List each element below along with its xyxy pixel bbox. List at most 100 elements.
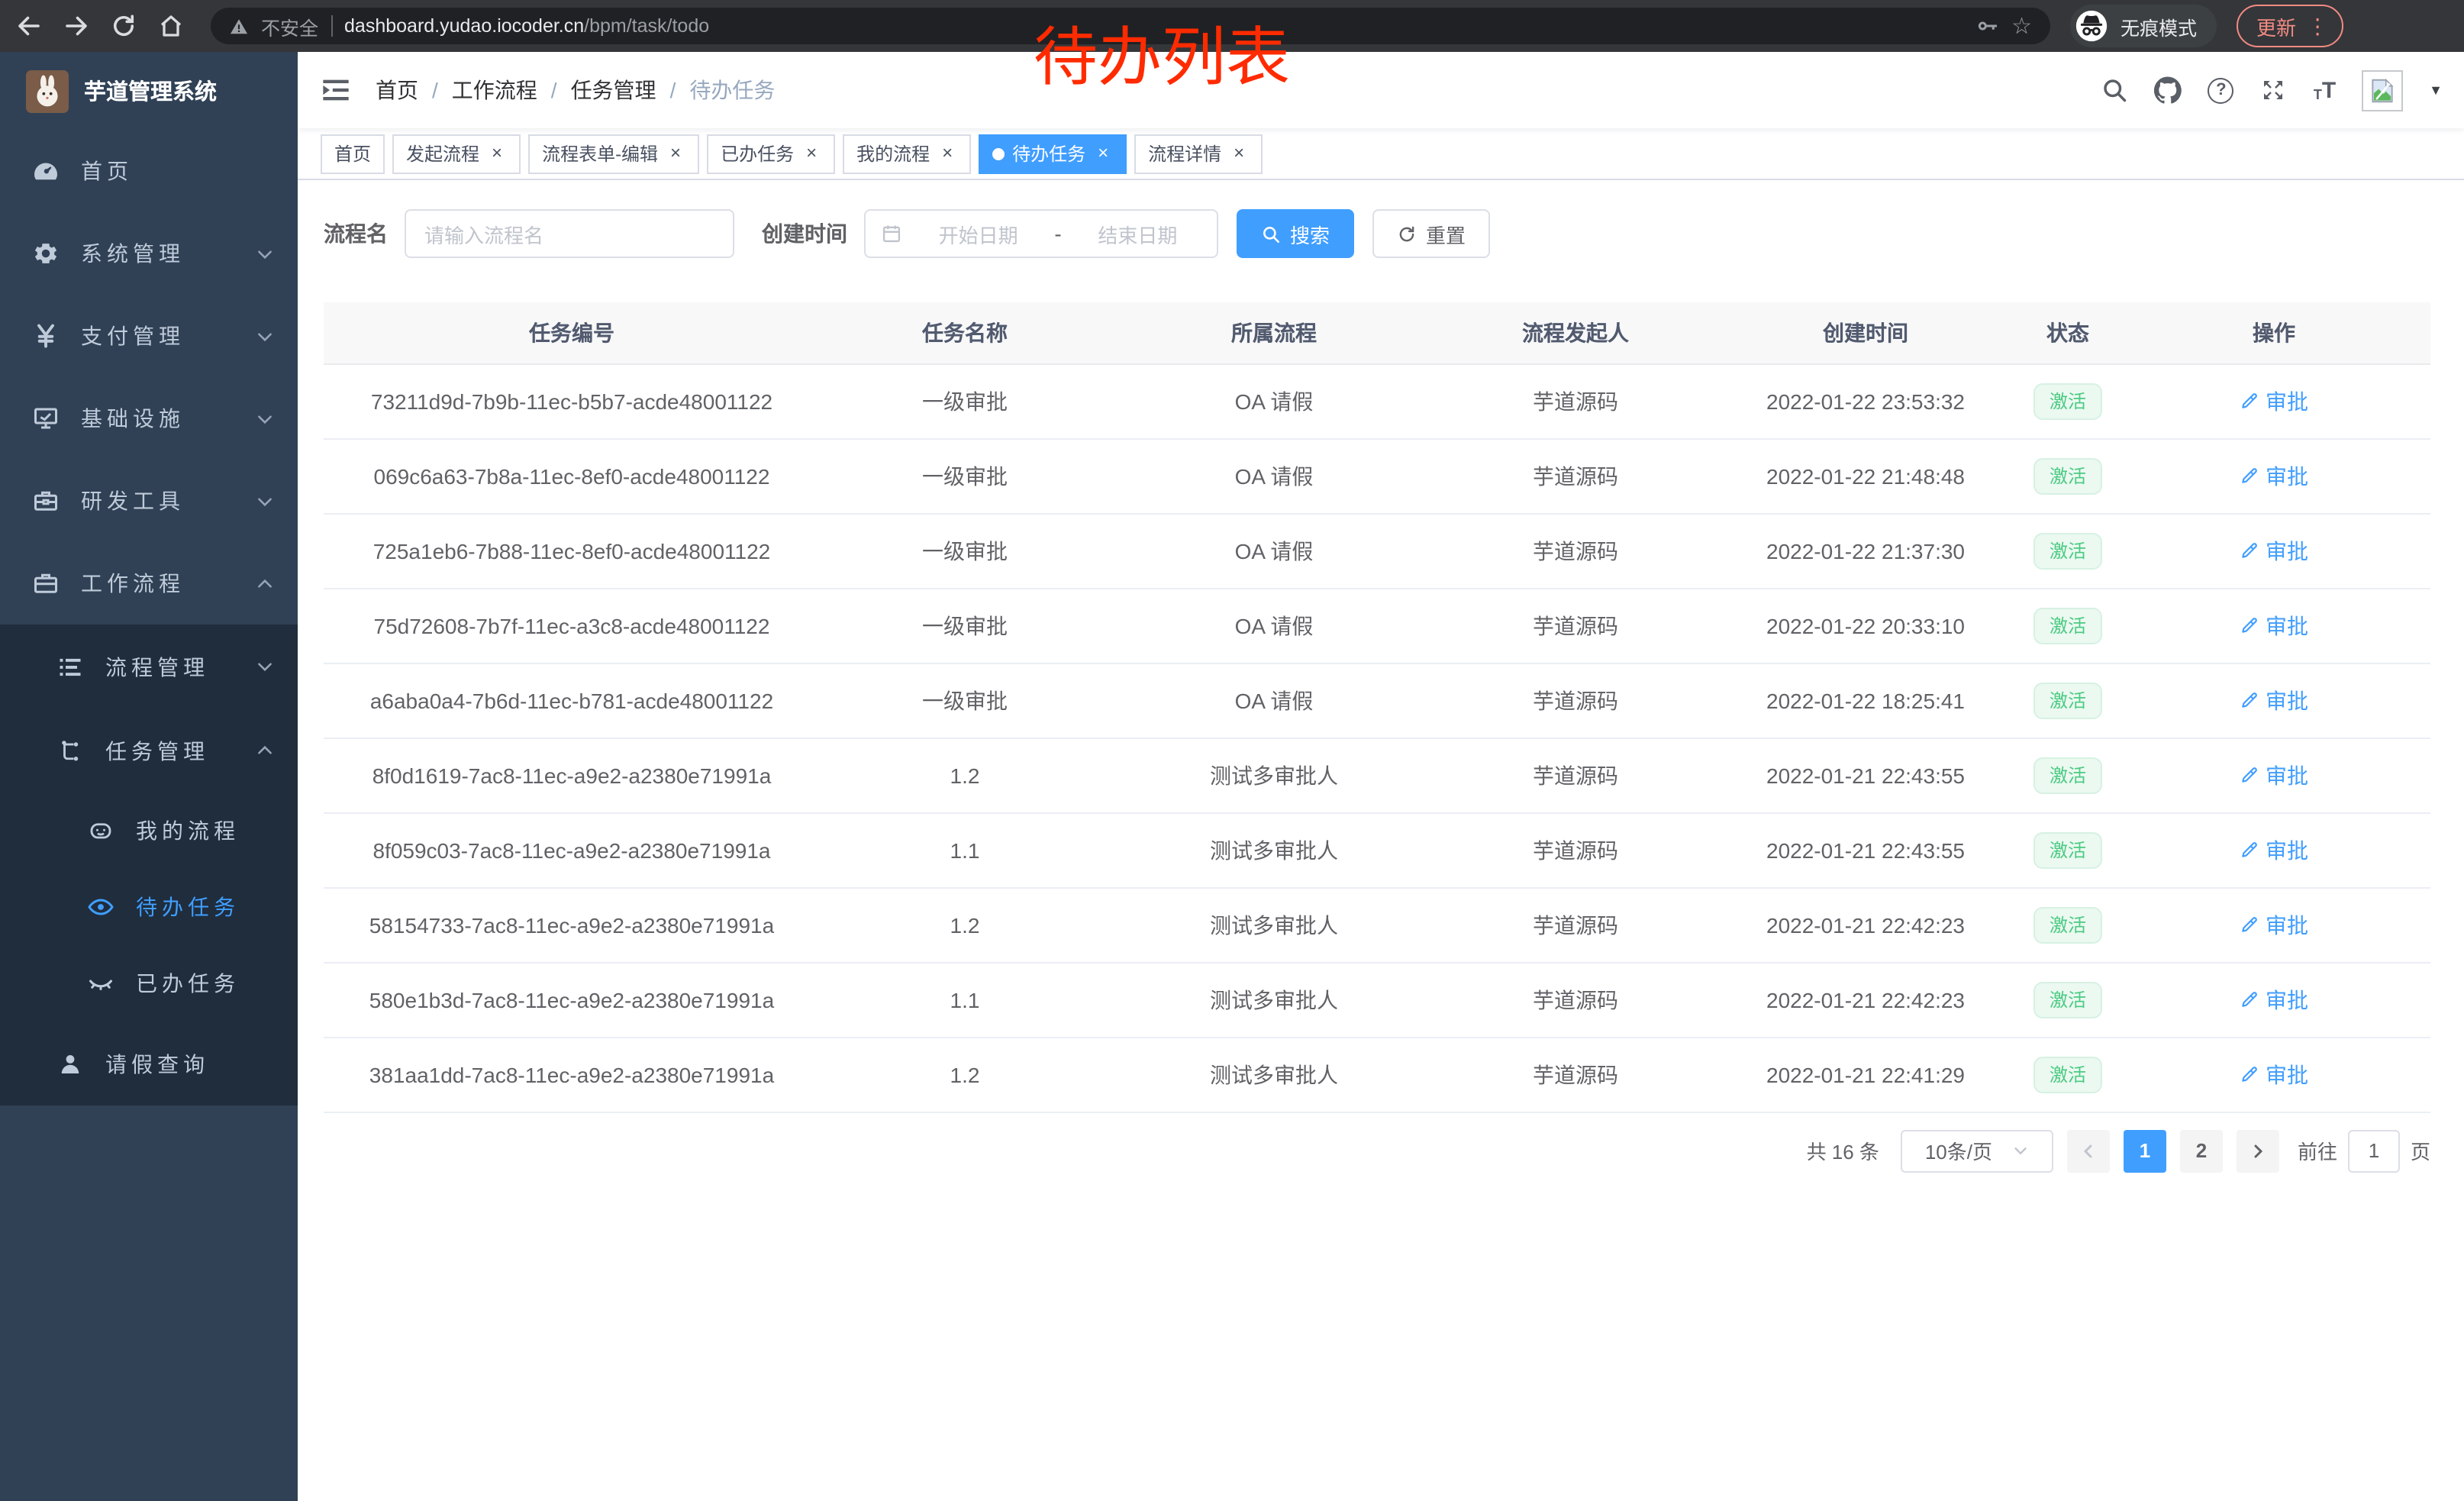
next-page-button[interactable] bbox=[2237, 1129, 2279, 1172]
approve-link[interactable]: 审批 bbox=[2240, 834, 2308, 865]
close-icon[interactable]: × bbox=[937, 144, 957, 163]
table-column-header[interactable]: 状态 bbox=[2018, 302, 2117, 363]
tab-start-process[interactable]: 发起流程× bbox=[392, 134, 521, 173]
page-size-select[interactable]: 10条/页 bbox=[1901, 1129, 2053, 1172]
approve-link[interactable]: 审批 bbox=[2240, 460, 2308, 491]
search-button[interactable]: 搜索 bbox=[1237, 209, 1354, 258]
close-icon[interactable]: × bbox=[487, 144, 507, 163]
sidebar-item-leave-query[interactable]: 请假查询 bbox=[0, 1022, 298, 1106]
help-icon[interactable]: ? bbox=[2208, 77, 2234, 103]
sidebar-item-payment[interactable]: 支付管理 bbox=[0, 295, 298, 377]
sidebar-item-todo-tasks[interactable]: 待办任务 bbox=[0, 869, 298, 945]
approve-link[interactable]: 审批 bbox=[2240, 760, 2308, 790]
table-column-header[interactable]: 任务名称 bbox=[820, 302, 1110, 363]
monitor-icon bbox=[32, 405, 60, 432]
reload-icon[interactable] bbox=[110, 12, 137, 40]
forward-icon[interactable] bbox=[63, 12, 90, 40]
fullscreen-icon[interactable] bbox=[2260, 76, 2288, 104]
close-icon[interactable]: × bbox=[1093, 144, 1113, 163]
approve-link[interactable]: 审批 bbox=[2240, 535, 2308, 566]
approve-link-label: 审批 bbox=[2266, 535, 2308, 566]
password-key-icon[interactable] bbox=[1975, 14, 1999, 38]
logo-row[interactable]: 芋道管理系统 bbox=[0, 52, 298, 130]
breadcrumb-home[interactable]: 首页 bbox=[376, 75, 418, 105]
approve-link[interactable]: 审批 bbox=[2240, 1059, 2308, 1089]
approve-link[interactable]: 审批 bbox=[2240, 909, 2308, 940]
create-time-cell: 2022-01-22 21:37:30 bbox=[1713, 513, 2018, 588]
font-size-icon[interactable]: TT bbox=[2314, 79, 2336, 102]
home-icon[interactable] bbox=[157, 12, 185, 40]
tab-todo-tasks[interactable]: 待办任务 × bbox=[979, 134, 1127, 173]
tab-process-detail[interactable]: 流程详情× bbox=[1134, 134, 1263, 173]
approve-link[interactable]: 审批 bbox=[2240, 610, 2308, 641]
goto-page-input[interactable]: 1 bbox=[2348, 1129, 2400, 1172]
approve-link[interactable]: 审批 bbox=[2240, 386, 2308, 416]
approve-link[interactable]: 审批 bbox=[2240, 685, 2308, 715]
avatar[interactable] bbox=[2362, 69, 2403, 111]
tab-my-process[interactable]: 我的流程× bbox=[843, 134, 971, 173]
table-column-header[interactable]: 操作 bbox=[2117, 302, 2430, 363]
close-icon[interactable]: × bbox=[1229, 144, 1249, 163]
breadcrumb-workflow[interactable]: 工作流程 bbox=[452, 75, 537, 105]
table-row: a6aba0a4-7b6d-11ec-b781-acde48001122 一级审… bbox=[324, 663, 2430, 738]
action-cell: 审批 bbox=[2117, 738, 2430, 812]
navbar-tools: ? TT ▼ bbox=[2101, 69, 2443, 111]
table-row: 725a1eb6-7b88-11ec-8ef0-acde48001122 一级审… bbox=[324, 513, 2430, 588]
sidebar-item-workflow[interactable]: 工作流程 bbox=[0, 542, 298, 625]
browser-update-chip[interactable]: 更新 ⋮ bbox=[2237, 5, 2343, 47]
app-logo-rabbit bbox=[26, 69, 69, 112]
sidebar-item-home[interactable]: 首页 bbox=[0, 130, 298, 212]
process-name-input[interactable]: 请输入流程名 bbox=[405, 209, 734, 258]
bookmark-star-icon[interactable]: ☆ bbox=[2011, 15, 2032, 37]
sidebar-item-process-mgmt[interactable]: 流程管理 bbox=[0, 625, 298, 709]
tab-label: 待办任务 bbox=[1012, 140, 1085, 166]
goto-suffix: 页 bbox=[2411, 1136, 2430, 1165]
status-badge: 激活 bbox=[2034, 757, 2101, 793]
tab-done-tasks[interactable]: 已办任务× bbox=[707, 134, 835, 173]
page-button-2[interactable]: 2 bbox=[2180, 1129, 2223, 1172]
close-icon[interactable]: × bbox=[666, 144, 685, 163]
create-time-cell: 2022-01-22 21:48:48 bbox=[1713, 438, 2018, 513]
sidebar-item-devtools[interactable]: 研发工具 bbox=[0, 460, 298, 542]
page-button-1[interactable]: 1 bbox=[2124, 1129, 2166, 1172]
sidebar-item-system[interactable]: 系统管理 bbox=[0, 212, 298, 295]
sidebar-collapse-icon[interactable] bbox=[321, 75, 351, 105]
tab-process-form-edit[interactable]: 流程表单-编辑× bbox=[528, 134, 699, 173]
screen: 不安全 dashboard.yudao.iocoder.cn/bpm/task/… bbox=[0, 0, 2464, 1501]
process-cell: OA 请假 bbox=[1110, 588, 1438, 663]
starter-cell: 芋道源码 bbox=[1438, 1037, 1713, 1112]
browser-menu-icon[interactable]: ⋮ bbox=[2307, 15, 2328, 37]
search-icon[interactable] bbox=[2101, 76, 2129, 104]
sidebar-item-infrastructure[interactable]: 基础设施 bbox=[0, 377, 298, 460]
close-icon[interactable]: × bbox=[801, 144, 821, 163]
table-column-header[interactable]: 任务编号 bbox=[324, 302, 820, 363]
table-column-header[interactable]: 创建时间 bbox=[1713, 302, 2018, 363]
tab-home[interactable]: 首页 bbox=[321, 134, 385, 173]
tags-view-bar: 首页 发起流程× 流程表单-编辑× 已办任务× 我的流程× 待办任务 × 流程详情… bbox=[298, 128, 2464, 180]
prev-page-button[interactable] bbox=[2067, 1129, 2110, 1172]
approve-link[interactable]: 审批 bbox=[2240, 984, 2308, 1015]
refresh-icon bbox=[1397, 224, 1417, 244]
task-name-cell: 1.2 bbox=[820, 1037, 1110, 1112]
starter-cell: 芋道源码 bbox=[1438, 663, 1713, 738]
back-icon[interactable] bbox=[15, 12, 43, 40]
incognito-icon bbox=[2075, 9, 2108, 43]
dashboard-icon bbox=[32, 157, 60, 185]
url-text[interactable]: dashboard.yudao.iocoder.cn/bpm/task/todo bbox=[344, 15, 709, 37]
table-column-header[interactable]: 流程发起人 bbox=[1438, 302, 1713, 363]
breadcrumb-task-mgmt[interactable]: 任务管理 bbox=[571, 75, 656, 105]
avatar-caret-icon[interactable]: ▼ bbox=[2429, 82, 2443, 98]
security-label[interactable]: 不安全 bbox=[261, 11, 318, 40]
status-cell: 激活 bbox=[2018, 887, 2117, 962]
status-cell: 激活 bbox=[2018, 363, 2117, 438]
update-label[interactable]: 更新 bbox=[2256, 11, 2296, 40]
date-range-picker[interactable]: 开始日期 - 结束日期 bbox=[864, 209, 1218, 258]
sidebar-item-my-process[interactable]: 我的流程 bbox=[0, 792, 298, 869]
github-icon[interactable] bbox=[2155, 76, 2182, 104]
table-column-header[interactable]: 所属流程 bbox=[1110, 302, 1438, 363]
sidebar-item-done-tasks[interactable]: 已办任务 bbox=[0, 945, 298, 1022]
person-icon bbox=[56, 1050, 84, 1077]
sidebar-item-task-mgmt[interactable]: 任务管理 bbox=[0, 709, 298, 792]
reset-button[interactable]: 重置 bbox=[1372, 209, 1490, 258]
task-id-cell: 58154733-7ac8-11ec-a9e2-a2380e71991a bbox=[324, 887, 820, 962]
